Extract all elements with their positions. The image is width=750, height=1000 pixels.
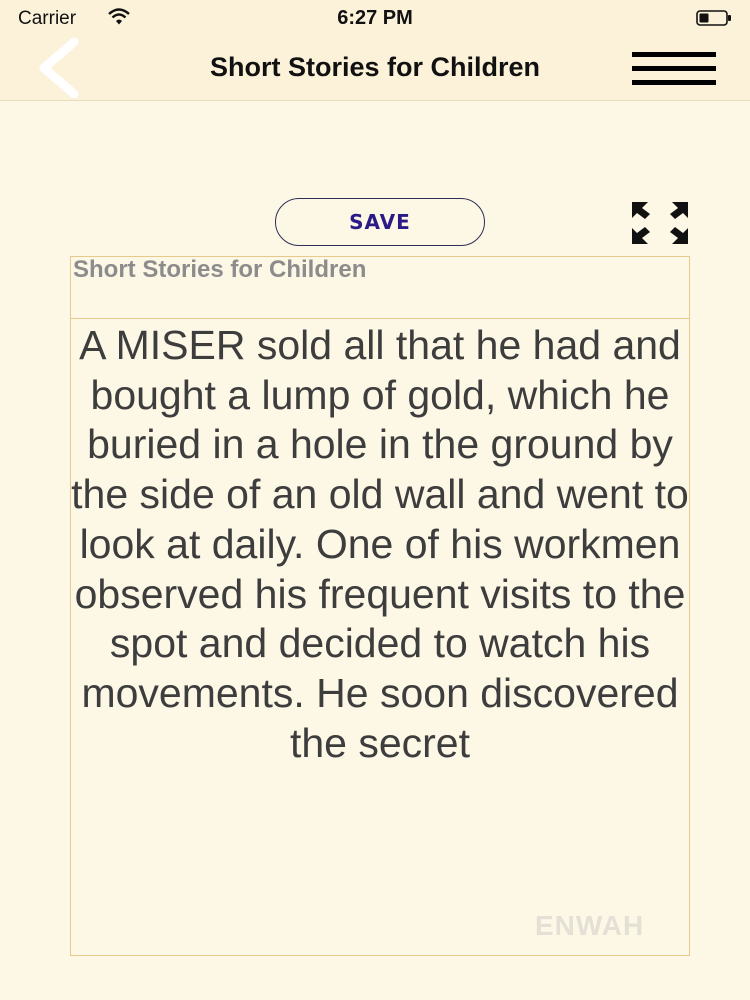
story-title: Short Stories for Children bbox=[71, 257, 689, 319]
story-text[interactable]: A MISER sold all that he had and bought … bbox=[71, 319, 689, 957]
watermark: ENWAH bbox=[535, 910, 645, 941]
battery-icon bbox=[696, 10, 731, 26]
hamburger-menu-icon bbox=[632, 80, 716, 85]
hamburger-menu-icon bbox=[632, 66, 716, 71]
story-panel: Short Stories for Children A MISER sold … bbox=[70, 256, 690, 956]
status-bar: Carrier 6:27 PM bbox=[0, 0, 750, 38]
navigation-bar: Short Stories for Children bbox=[0, 37, 750, 101]
menu-button[interactable] bbox=[632, 48, 716, 88]
expand-arrows-icon bbox=[632, 202, 688, 244]
status-time: 6:27 PM bbox=[337, 7, 413, 29]
save-button[interactable]: SAVE bbox=[275, 198, 485, 246]
expand-button[interactable] bbox=[630, 200, 690, 246]
hamburger-menu-icon bbox=[632, 52, 716, 57]
